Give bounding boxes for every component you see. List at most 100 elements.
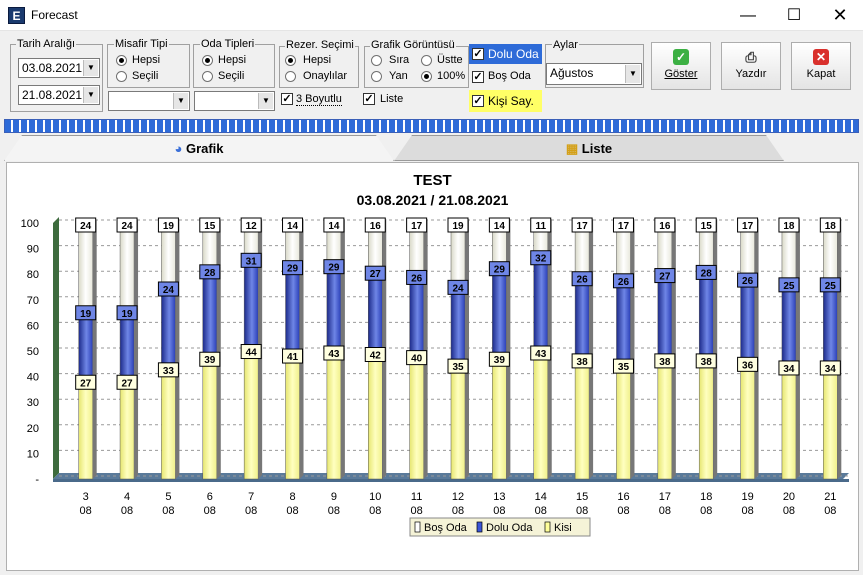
data-label-dolu-oda: 27 [659, 272, 671, 283]
bar-dolu-oda [533, 255, 548, 352]
guest-type-all-radio[interactable] [116, 55, 127, 66]
tab-list[interactable]: ▦ Liste [394, 135, 784, 161]
bar-kisi [657, 358, 673, 480]
room-types-all-radio[interactable] [202, 55, 213, 66]
chevron-down-icon[interactable]: ▼ [258, 93, 273, 109]
chevron-down-icon[interactable]: ▼ [625, 65, 640, 83]
data-label-kisi: 35 [452, 362, 464, 373]
bar-kisi-side [134, 376, 139, 479]
y-tick-label: 100 [21, 218, 39, 230]
bar-dolu-oda [657, 273, 673, 360]
bar-kisi [202, 356, 218, 480]
x-tick-month: 08 [328, 505, 340, 517]
data-label-kisi: 40 [411, 354, 423, 365]
chart-view-percent-label: 100% [437, 70, 466, 82]
bar-kisi [409, 355, 424, 480]
room-types-selected-radio[interactable] [202, 71, 213, 82]
bos-oda-checkbox[interactable]: ✓ [472, 71, 484, 83]
close-button[interactable]: ✕ Kapat [791, 42, 851, 90]
guest-type-selected-radio[interactable] [116, 71, 127, 82]
data-label-dolu-oda: 26 [411, 273, 423, 284]
chart-view-caption: Grafik Görüntüsü [370, 39, 456, 51]
start-date-picker[interactable]: 03.08.2021 ▼ [18, 58, 100, 78]
tab-chart[interactable]: ◕ Grafik [4, 135, 394, 161]
three-d-label: 3 Boyutlu [296, 93, 342, 106]
chevron-down-icon[interactable]: ▼ [173, 93, 188, 109]
data-label-kisi: 36 [742, 360, 754, 371]
x-tick-day: 3 [83, 491, 89, 503]
tab-chart-label: Grafik [185, 141, 224, 156]
end-date-picker[interactable]: 21.08.2021 ▼ [18, 85, 100, 105]
show-button-label: Göster [664, 68, 698, 80]
list-checkbox[interactable]: ✓ [363, 93, 375, 105]
title-bar: E Forecast — ☐ ✕ [0, 0, 863, 31]
data-label-dolu-oda: 31 [246, 256, 258, 267]
x-tick-month: 08 [576, 505, 588, 517]
x-tick-month: 08 [700, 505, 712, 517]
bar-kisi-side [423, 351, 428, 479]
data-label-dolu-oda: 26 [742, 276, 754, 287]
bar-bos-oda-side [92, 219, 97, 311]
bar-dolu-oda [202, 269, 218, 358]
x-tick-day: 10 [369, 491, 381, 503]
x-tick-month: 08 [493, 505, 505, 517]
chevron-down-icon[interactable]: ▼ [83, 87, 98, 103]
reservation-all-radio[interactable] [285, 55, 296, 66]
bar-kisi-side [630, 360, 635, 479]
bar-dolu-oda [616, 278, 631, 365]
months-caption: Aylar [552, 39, 579, 51]
data-label-kisi: 34 [783, 364, 795, 375]
close-window-icon[interactable]: ✕ [817, 0, 863, 31]
bar-bos-oda-side [134, 219, 139, 311]
bar-kisi-side [92, 376, 97, 479]
forecast-chart: TEST03.08.2021 / 21.08.20211009080706050… [21, 172, 849, 537]
month-select-value: Ağustos [550, 66, 594, 80]
kisi-say-checkbox[interactable]: ✓ [472, 95, 484, 107]
data-label-dolu-oda: 26 [577, 275, 589, 286]
reservation-confirmed-radio[interactable] [285, 71, 296, 82]
progress-stripe [4, 119, 859, 133]
minimize-icon[interactable]: — [725, 0, 771, 31]
bar-dolu-oda [492, 266, 507, 358]
x-tick-month: 08 [369, 505, 381, 517]
room-types-all-label: Hepsi [218, 54, 247, 66]
guest-type-caption: Misafir Tipi [114, 38, 169, 50]
maximize-icon[interactable]: ☐ [771, 0, 817, 31]
bar-dolu-oda [823, 282, 838, 367]
x-tick-month: 08 [741, 505, 753, 517]
chart-view-stacked-radio[interactable] [421, 55, 432, 66]
chart-view-side-radio[interactable] [371, 71, 382, 82]
data-label-bos-oda: 19 [452, 221, 464, 232]
bar-dolu-oda-side [258, 254, 263, 350]
room-types-selected-label: Seçili [218, 70, 245, 82]
tab-list-label: Liste [581, 141, 613, 156]
data-label-kisi: 33 [163, 366, 175, 377]
chart-view-percent-radio[interactable] [421, 71, 432, 82]
bar-kisi [533, 350, 548, 480]
bar-kisi [823, 365, 838, 480]
show-button[interactable]: ✓ Göster [651, 42, 711, 90]
data-label-bos-oda: 14 [494, 221, 506, 232]
month-select[interactable]: Ağustos ▼ [546, 63, 642, 85]
legend-swatch [544, 521, 551, 533]
guest-type-select[interactable]: ▼ [108, 91, 190, 111]
room-types-select[interactable]: ▼ [194, 91, 275, 111]
data-label-bos-oda: 18 [825, 221, 837, 232]
bar-dolu-oda [78, 310, 93, 381]
chart-view-row-label: Sıra [389, 54, 410, 66]
bar-dolu-oda-side [340, 260, 345, 351]
chart-view-row-radio[interactable] [371, 55, 382, 66]
chevron-down-icon[interactable]: ▼ [83, 60, 98, 76]
bar-kisi-side [258, 345, 263, 479]
dolu-oda-checkbox[interactable]: ✓ [472, 48, 484, 60]
chart-subtitle: 03.08.2021 / 21.08.2021 [357, 192, 509, 208]
chart-floor-edge [53, 479, 849, 482]
x-tick-month: 08 [783, 505, 795, 517]
print-button-label: Yazdır [735, 68, 767, 80]
three-d-checkbox[interactable]: ✓ [281, 93, 293, 105]
print-button[interactable]: ⎙ Yazdır [721, 42, 781, 90]
guest-type-all-label: Hepsi [132, 54, 161, 66]
data-label-dolu-oda: 24 [452, 283, 464, 294]
data-label-bos-oda: 17 [618, 221, 630, 232]
bar-kisi [616, 363, 631, 480]
